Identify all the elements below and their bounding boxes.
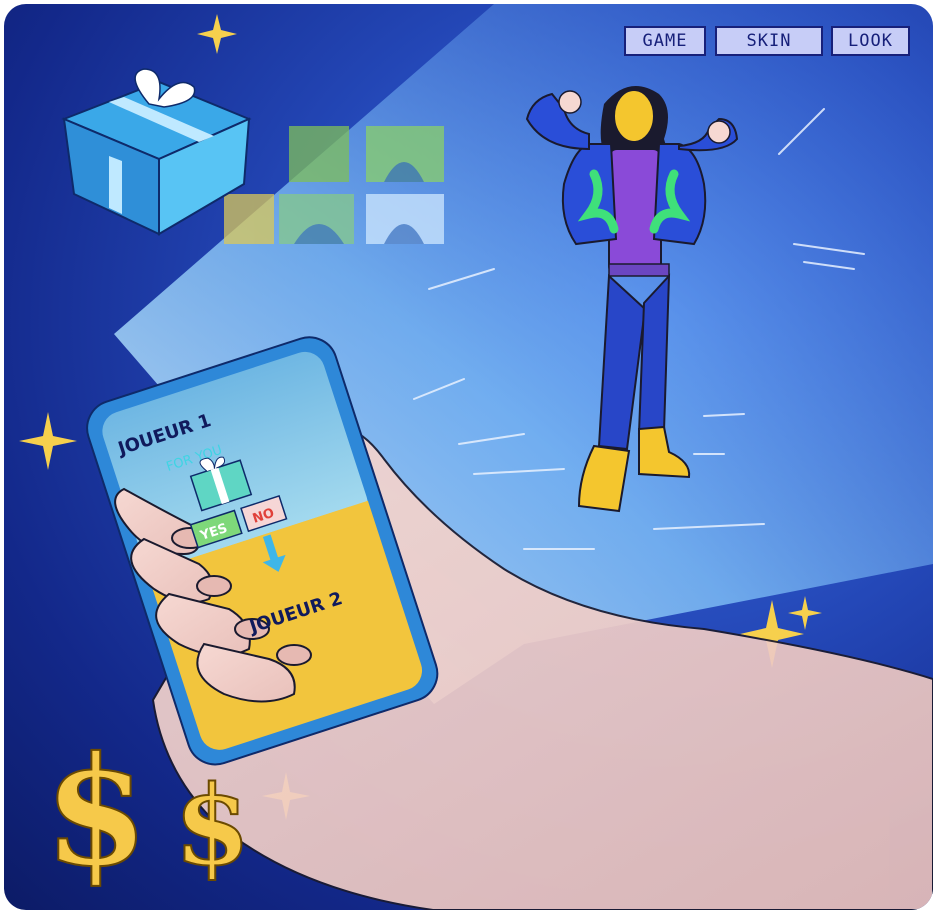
skin-button[interactable]: SKIN xyxy=(715,26,823,56)
illustration-frame: JOUEUR 1 FOR YOU YES NO JOUEUR 2 $ $ GAM… xyxy=(4,4,933,910)
svg-text:$: $ xyxy=(44,724,148,900)
scene-illustration: JOUEUR 1 FOR YOU YES NO JOUEUR 2 $ $ xyxy=(19,4,933,910)
svg-text:$: $ xyxy=(174,761,251,890)
look-button[interactable]: LOOK xyxy=(831,26,910,56)
game-button[interactable]: GAME xyxy=(624,26,706,56)
gift-icon xyxy=(61,68,252,236)
